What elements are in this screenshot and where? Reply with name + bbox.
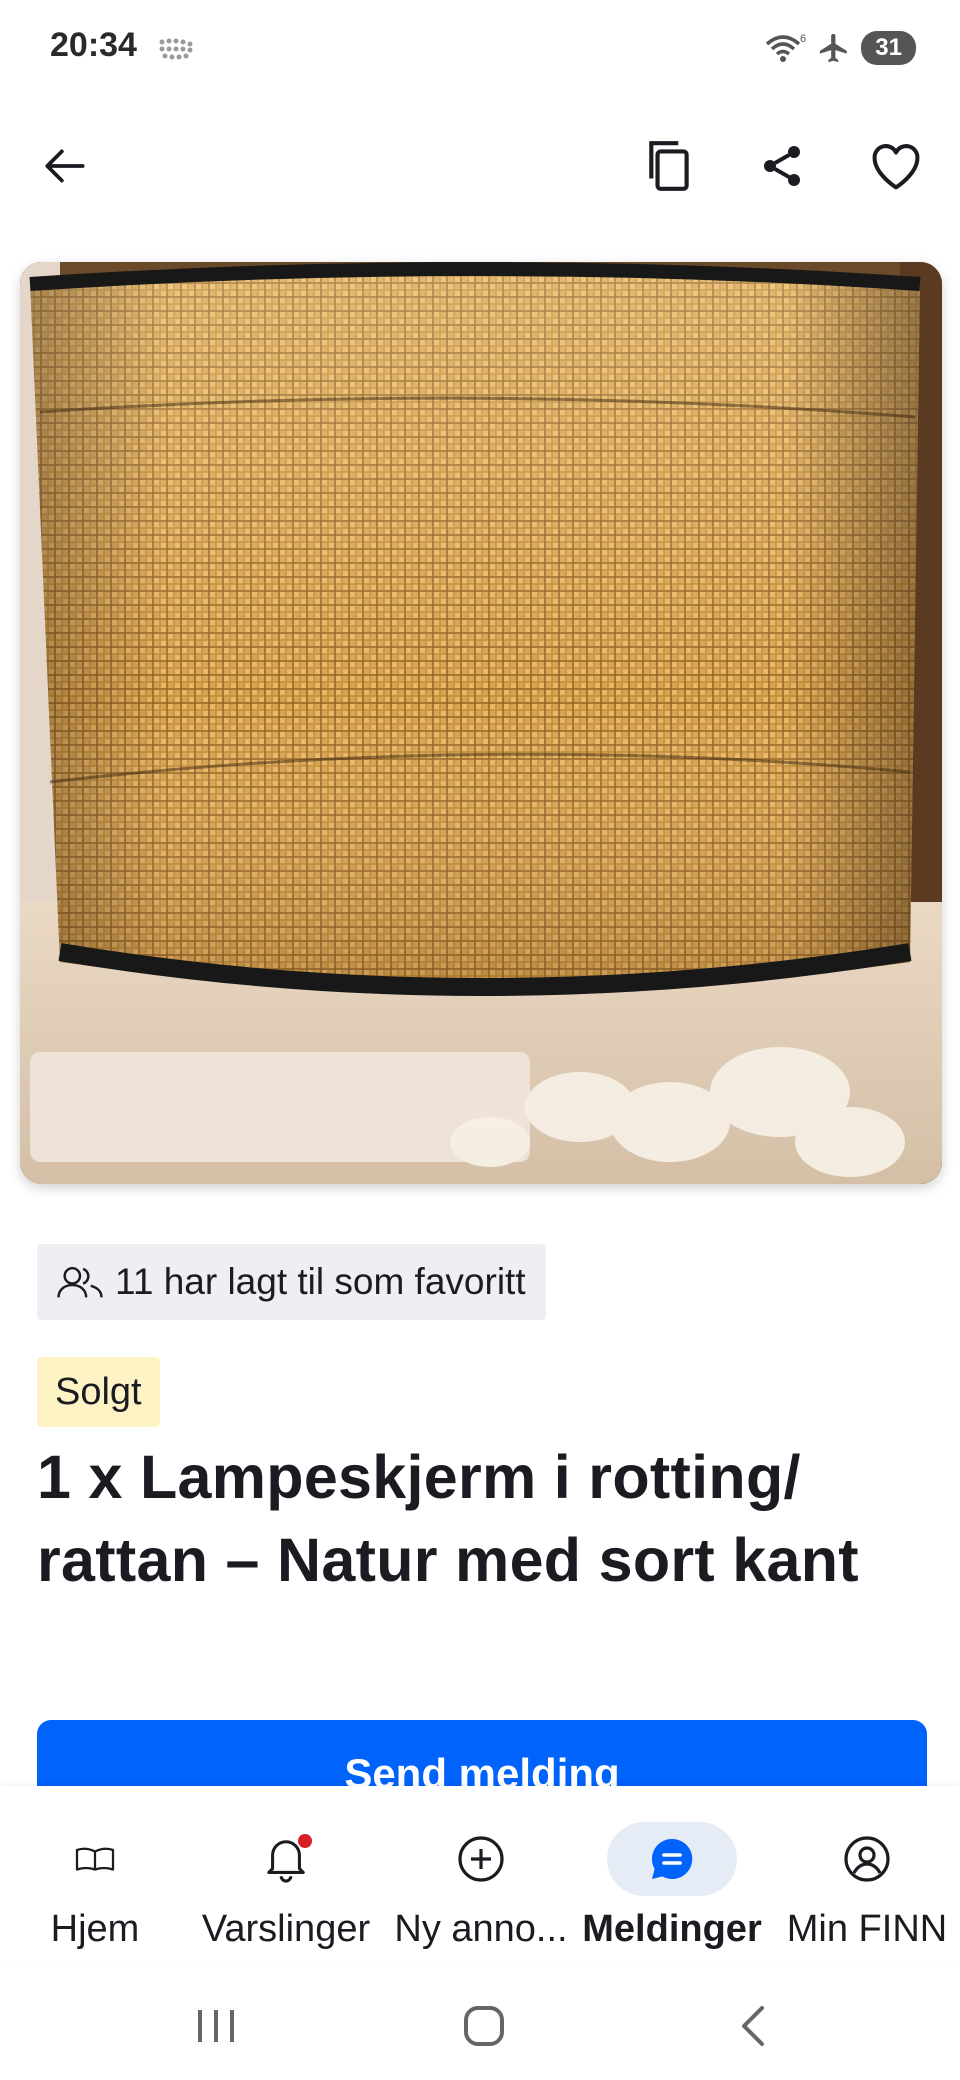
status-badge: Solgt — [37, 1357, 160, 1427]
lampshade-photo — [20, 262, 942, 1184]
nav-icon-wrapper — [802, 1822, 932, 1896]
book-icon — [75, 1847, 115, 1871]
nav-icon-wrapper — [416, 1822, 546, 1896]
heart-icon — [872, 144, 920, 190]
recent-apps-icon — [198, 2010, 234, 2042]
recent-apps-button[interactable] — [186, 1996, 246, 2056]
system-back-button[interactable] — [724, 1996, 784, 2056]
system-navigation-bar — [0, 1966, 960, 2080]
nav-label-min-finn: Min FINN — [786, 1908, 948, 1950]
send-message-button[interactable]: Send melding — [37, 1720, 927, 1786]
favorites-count-text: 11 har lagt til som favoritt — [115, 1261, 526, 1302]
favorite-button[interactable] — [860, 130, 932, 202]
status-time: 20:34 — [50, 26, 137, 64]
notification-dot — [298, 1834, 312, 1848]
chevron-left-icon — [742, 2006, 764, 2046]
network-badge: 6 — [800, 33, 806, 45]
share-icon — [764, 146, 800, 186]
nav-item-varslinger[interactable]: Varslinger — [196, 1822, 376, 1962]
bottom-navigation: Hjem Varslinger Ny anno... Meldinger Min… — [0, 1786, 960, 1966]
nav-item-min-finn[interactable]: Min FINN — [784, 1822, 950, 1962]
airplane-mode-icon — [820, 33, 848, 63]
wifi-icon: 6 — [766, 33, 806, 62]
nav-icon-wrapper — [607, 1822, 737, 1896]
nav-item-hjem[interactable]: Hjem — [30, 1822, 160, 1962]
back-button[interactable] — [30, 130, 102, 202]
chat-icon — [651, 1838, 693, 1879]
listing-title: 1 x Lampeskjerm i rotting/ rattan – Natu… — [37, 1443, 859, 1594]
user-circle-icon — [844, 1836, 890, 1882]
nav-label-ny-annonse: Ny anno... — [394, 1908, 568, 1950]
listing-image[interactable] — [20, 262, 942, 1184]
home-button[interactable] — [454, 1996, 514, 2056]
nav-label-varslinger: Varslinger — [201, 1908, 371, 1950]
nav-item-meldinger[interactable]: Meldinger — [574, 1822, 770, 1962]
nav-icon-wrapper — [221, 1822, 351, 1896]
copy-button[interactable] — [634, 130, 706, 202]
people-icon — [57, 1266, 103, 1298]
favorites-count-chip: 11 har lagt til som favoritt — [37, 1244, 546, 1320]
arrow-left-icon — [45, 149, 85, 183]
nav-label-hjem: Hjem — [50, 1908, 140, 1950]
share-button[interactable] — [746, 130, 818, 202]
listing-toolbar — [0, 120, 960, 220]
cta-wrapper: Send melding — [0, 1720, 960, 1786]
nav-icon-wrapper — [30, 1822, 160, 1896]
battery-indicator: 31 — [861, 31, 916, 65]
nav-item-ny-annonse[interactable]: Ny anno... — [383, 1822, 579, 1962]
nav-label-meldinger: Meldinger — [582, 1908, 762, 1950]
status-icons: 6 31 — [763, 28, 916, 68]
home-icon — [464, 2006, 504, 2046]
plus-circle-icon — [458, 1836, 504, 1882]
app-notification-icon — [159, 38, 193, 60]
status-bar: 20:34 6 31 — [0, 0, 960, 100]
copy-icon — [649, 141, 689, 191]
